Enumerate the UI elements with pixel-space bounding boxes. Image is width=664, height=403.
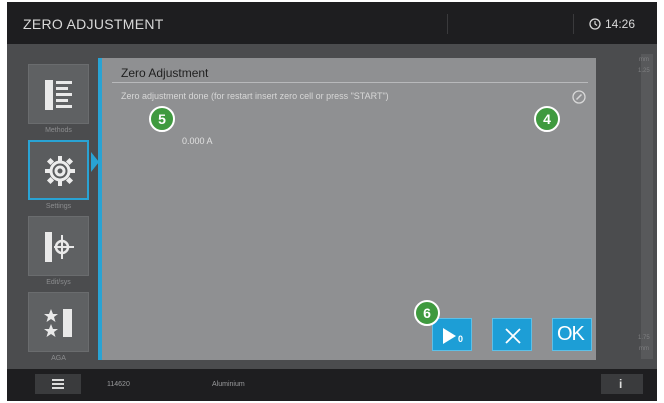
device-screen: ZERO ADJUSTMENT 14:26 Methods Settings E…	[7, 2, 657, 401]
methods-list-icon	[45, 80, 72, 110]
info-button[interactable]: i	[601, 374, 643, 394]
hamburger-menu-icon	[52, 379, 64, 389]
title-divider	[447, 14, 448, 34]
sidebar-item-label: AGA	[51, 355, 66, 362]
cancel-button[interactable]	[492, 318, 532, 351]
grade-stars-icon	[44, 309, 72, 337]
dialog-message: Zero adjustment done (for restart insert…	[121, 91, 389, 101]
settings-gear-icon	[45, 156, 75, 186]
sidebar-item-aga[interactable]	[28, 292, 89, 352]
ok-button[interactable]: OK	[552, 318, 592, 351]
callout-badge: 6	[414, 300, 440, 326]
page-title: ZERO ADJUSTMENT	[23, 16, 164, 32]
status-sample-id: 114620	[107, 381, 130, 388]
sidebar-item-label: Settings	[45, 203, 72, 210]
ok-button-label: OK	[557, 323, 585, 345]
scale-bar	[641, 54, 653, 359]
scale-bottom-label: mm	[639, 346, 649, 352]
start-zero-button[interactable]: 0	[432, 318, 472, 351]
clock-time: 14:26	[605, 17, 636, 31]
menu-button[interactable]	[35, 374, 81, 394]
scale-bottom-value: 1.75	[638, 335, 650, 341]
dialog-title: Zero Adjustment	[121, 66, 209, 80]
scale-top-value: 1.25	[638, 68, 650, 74]
measurement-value: 0.000 A	[182, 136, 213, 146]
sidebar-item-edit[interactable]	[28, 216, 89, 276]
scale-top-label: mm	[639, 57, 649, 63]
status-material: Aluminium	[212, 381, 245, 388]
start-subscript: 0	[458, 334, 464, 344]
clock-icon	[589, 18, 601, 30]
callout-badge: 4	[534, 106, 560, 132]
sidebar-item-methods[interactable]	[28, 64, 89, 124]
sidebar-item-label: Edit/sys	[46, 279, 71, 286]
zero-adjustment-dialog: Zero Adjustment Zero adjustment done (fo…	[102, 58, 596, 360]
close-icon	[505, 328, 521, 344]
title-divider	[573, 14, 574, 34]
sidebar-item-label: Methods	[45, 127, 72, 134]
edit-target-icon	[45, 232, 74, 262]
edit-circle-icon[interactable]	[572, 90, 586, 104]
status-bar: 114620 Aluminium i	[7, 369, 657, 401]
sidebar-item-settings[interactable]	[28, 140, 89, 200]
title-bar: ZERO ADJUSTMENT 14:26	[7, 2, 657, 44]
info-icon: i	[619, 377, 623, 391]
dialog-divider	[112, 82, 588, 83]
callout-badge: 5	[149, 106, 175, 132]
